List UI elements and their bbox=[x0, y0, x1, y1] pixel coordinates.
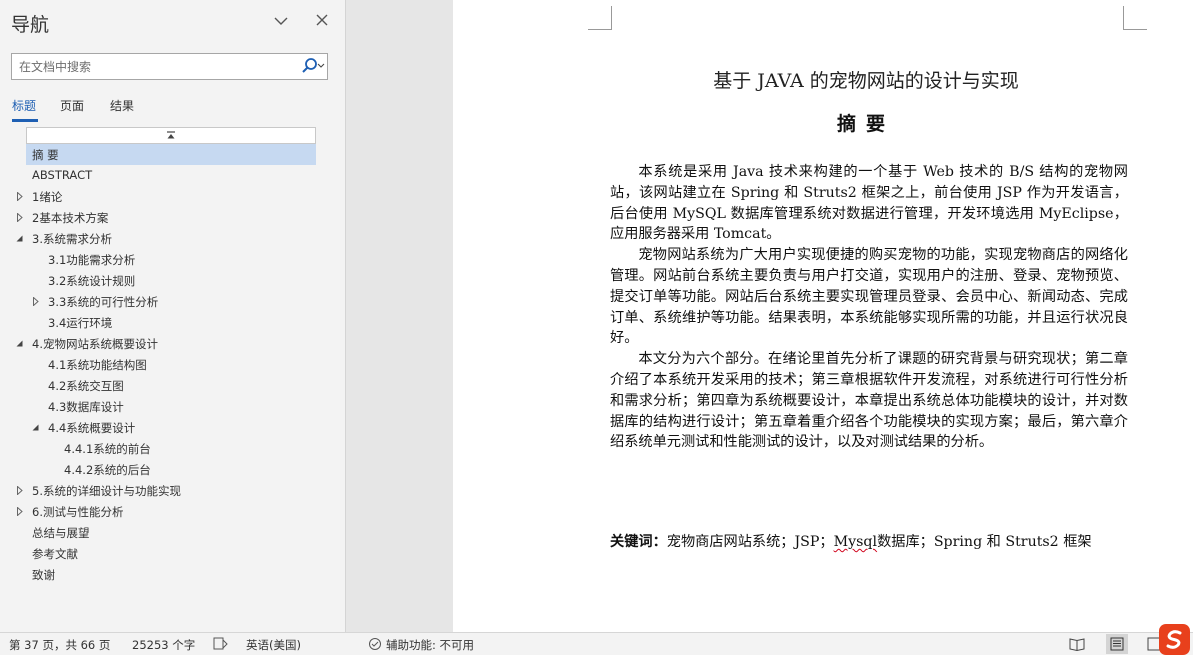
nav-heading-label: 1绪论 bbox=[32, 190, 63, 204]
nav-heading-label: 致谢 bbox=[32, 568, 55, 582]
navigation-pane: 导航 标题 页面 结果 摘 要 ABSTRACT 1绪论 2基本技术方案 3.系统需求分… bbox=[0, 0, 346, 632]
nav-heading-item[interactable]: 2基本技术方案 bbox=[0, 207, 346, 228]
nav-heading-label: 4.4系统概要设计 bbox=[48, 421, 136, 435]
nav-heading-label: ABSTRACT bbox=[32, 168, 93, 182]
tab-results[interactable]: 结果 bbox=[110, 97, 134, 114]
page-count[interactable]: 第 37 页，共 66 页 bbox=[9, 637, 110, 653]
status-bar: 第 37 页，共 66 页 25253 个字 英语(美国) 辅助功能: 不可用 bbox=[0, 632, 1193, 655]
spelling-error-word[interactable]: Mysql bbox=[834, 534, 877, 550]
nav-heading-label: 3.4运行环境 bbox=[48, 316, 113, 330]
tab-headings[interactable]: 标题 bbox=[12, 97, 36, 114]
nav-options-button[interactable] bbox=[272, 12, 290, 30]
accessibility-icon[interactable] bbox=[367, 637, 383, 654]
nav-heading-label: 6.测试与性能分析 bbox=[32, 505, 124, 519]
search-input[interactable] bbox=[12, 54, 297, 79]
read-mode-button[interactable] bbox=[1066, 634, 1088, 654]
book-icon bbox=[1069, 638, 1085, 652]
abstract-paragraph-1: 本系统是采用 Java 技术来构建的一个基于 Web 技术的 B/S 结构的宠物… bbox=[610, 164, 1128, 243]
keywords-text-1: 宠物商店网站系统；JSP； bbox=[666, 534, 834, 550]
crop-mark-top-right bbox=[1123, 6, 1147, 30]
collapsed-triangle-icon[interactable] bbox=[15, 192, 24, 201]
abstract-paragraph-3: 本文分为六个部分。在绪论里首先分析了课题的研究背景与研究现状；第二章介绍了本系统… bbox=[610, 351, 1128, 451]
keywords-label: 关键词： bbox=[610, 534, 667, 550]
nav-heading-label: 2基本技术方案 bbox=[32, 211, 109, 225]
search-icon bbox=[302, 58, 325, 73]
nav-heading-item[interactable]: 4.4系统概要设计 bbox=[0, 417, 346, 438]
nav-heading-item[interactable]: 1绪论 bbox=[0, 186, 346, 207]
nav-heading-item[interactable]: ABSTRACT bbox=[0, 165, 346, 186]
word-count[interactable]: 25253 个字 bbox=[132, 637, 195, 653]
crop-mark-top-left bbox=[588, 6, 612, 30]
nav-heading-label: 3.1功能需求分析 bbox=[48, 253, 136, 267]
nav-heading-item[interactable]: 参考文献 bbox=[0, 543, 346, 564]
nav-heading-label: 参考文献 bbox=[32, 547, 78, 561]
nav-heading-item[interactable]: 3.2系统设计规则 bbox=[0, 270, 346, 291]
print-layout-button[interactable] bbox=[1106, 634, 1128, 654]
nav-heading-item[interactable]: 致谢 bbox=[0, 564, 346, 585]
collapse-up-icon bbox=[167, 131, 175, 139]
nav-heading-item[interactable]: 3.4运行环境 bbox=[0, 312, 346, 333]
nav-heading-label: 4.宠物网站系统概要设计 bbox=[32, 337, 158, 351]
keywords-text-2: 数据库；Spring 和 Struts2 框架 bbox=[877, 534, 1092, 550]
nav-heading-label: 3.3系统的可行性分析 bbox=[48, 295, 159, 309]
nav-heading-item[interactable]: 5.系统的详细设计与功能实现 bbox=[0, 480, 346, 501]
nav-heading-label: 4.2系统交互图 bbox=[48, 379, 124, 393]
nav-heading-label: 总结与展望 bbox=[32, 526, 90, 540]
close-icon bbox=[316, 14, 328, 26]
nav-close-button[interactable] bbox=[313, 11, 331, 29]
search-box bbox=[11, 53, 328, 80]
nav-pane-title: 导航 bbox=[11, 14, 50, 36]
nav-heading-item[interactable]: 6.测试与性能分析 bbox=[0, 501, 346, 522]
document-title: 基于 JAVA 的宠物网站的设计与实现 bbox=[713, 70, 1019, 92]
document-page[interactable]: 基于 JAVA 的宠物网站的设计与实现 摘要 本系统是采用 Java 技术来构建… bbox=[453, 0, 1193, 632]
expanded-triangle-icon[interactable] bbox=[15, 234, 24, 243]
collapsed-triangle-icon[interactable] bbox=[15, 213, 24, 222]
abstract-body: 本系统是采用 Java 技术来构建的一个基于 Web 技术的 B/S 结构的宠物… bbox=[610, 162, 1128, 453]
nav-heading-label: 4.3数据库设计 bbox=[48, 400, 124, 414]
nav-heading-item[interactable]: 4.2系统交互图 bbox=[0, 375, 346, 396]
nav-heading-label: 3.2系统设计规则 bbox=[48, 274, 136, 288]
nav-heading-label: 4.4.2系统的后台 bbox=[64, 463, 151, 477]
nav-heading-item[interactable]: 4.4.2系统的后台 bbox=[0, 459, 346, 480]
nav-heading-label: 4.4.1系统的前台 bbox=[64, 442, 151, 456]
abstract-paragraph-2: 宠物网站系统为广大用户实现便捷的购买宠物的功能，实现宠物商店的网络化管理。网站前… bbox=[610, 247, 1128, 347]
nav-heading-item[interactable]: 4.4.1系统的前台 bbox=[0, 438, 346, 459]
abstract-heading: 摘要 bbox=[836, 113, 895, 135]
app-logo bbox=[1159, 624, 1190, 655]
selected-highlight bbox=[26, 144, 316, 165]
nav-heading-item[interactable]: 3.1功能需求分析 bbox=[0, 249, 346, 270]
keywords-line: 关键词：宠物商店网站系统；JSP；Mysql数据库；Spring 和 Strut… bbox=[610, 531, 1170, 551]
tab-pages[interactable]: 页面 bbox=[60, 97, 84, 114]
document-area[interactable]: 基于 JAVA 的宠物网站的设计与实现 摘要 本系统是采用 Java 技术来构建… bbox=[347, 0, 1193, 632]
proofing-icon[interactable] bbox=[213, 637, 229, 654]
nav-heading-item[interactable]: 3.系统需求分析 bbox=[0, 228, 346, 249]
nav-heading-item[interactable]: 4.1系统功能结构图 bbox=[0, 354, 346, 375]
accessibility-status[interactable]: 辅助功能: 不可用 bbox=[386, 637, 474, 653]
nav-heading-label: 3.系统需求分析 bbox=[32, 232, 112, 246]
active-tab-indicator bbox=[12, 119, 38, 122]
chevron-down-icon bbox=[274, 17, 288, 25]
collapse-all-button[interactable] bbox=[26, 127, 316, 144]
collapsed-triangle-icon[interactable] bbox=[31, 297, 40, 306]
nav-heading-item[interactable]: 4.宠物网站系统概要设计 bbox=[0, 333, 346, 354]
expanded-triangle-icon[interactable] bbox=[31, 423, 40, 432]
nav-heading-label: 摘 要 bbox=[32, 148, 59, 162]
nav-heading-item[interactable]: 摘 要 bbox=[0, 144, 346, 165]
nav-heading-label: 5.系统的详细设计与功能实现 bbox=[32, 484, 181, 498]
nav-heading-item[interactable]: 3.3系统的可行性分析 bbox=[0, 291, 346, 312]
collapsed-triangle-icon[interactable] bbox=[15, 486, 24, 495]
nav-heading-label: 4.1系统功能结构图 bbox=[48, 358, 147, 372]
print-layout-icon bbox=[1110, 637, 1124, 651]
search-button[interactable] bbox=[300, 57, 326, 76]
collapsed-triangle-icon[interactable] bbox=[15, 507, 24, 516]
nav-heading-item[interactable]: 总结与展望 bbox=[0, 522, 346, 543]
expanded-triangle-icon[interactable] bbox=[15, 339, 24, 348]
nav-heading-item[interactable]: 4.3数据库设计 bbox=[0, 396, 346, 417]
language-indicator[interactable]: 英语(美国) bbox=[246, 637, 301, 653]
